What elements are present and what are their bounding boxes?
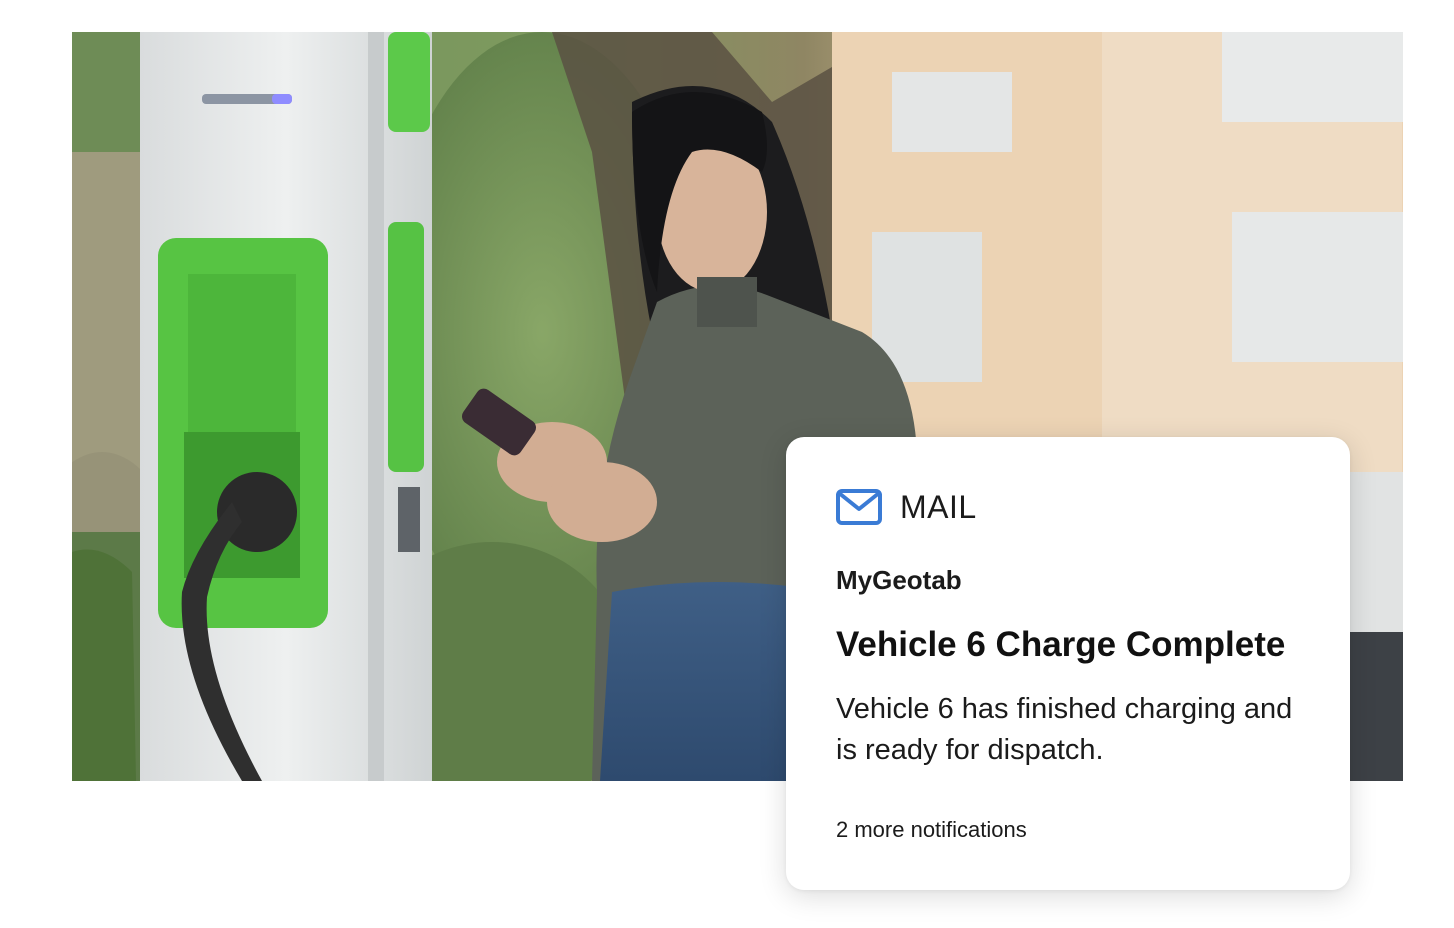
notification-body: Vehicle 6 has finished charging and is r… — [836, 693, 1293, 766]
notification-header: MAIL — [836, 487, 977, 527]
notification-card[interactable]: MAIL MyGeotab Vehicle 6 Charge Complete … — [786, 437, 1350, 890]
more-notifications-link[interactable]: 2 more notifications — [836, 817, 1027, 843]
notification-sender: MyGeotab — [836, 565, 962, 595]
page: MAIL MyGeotab Vehicle 6 Charge Complete … — [0, 0, 1454, 928]
notification-app-name: MAIL — [900, 488, 977, 525]
mail-icon — [836, 489, 882, 525]
notification-title: Vehicle 6 Charge Complete — [836, 625, 1286, 664]
